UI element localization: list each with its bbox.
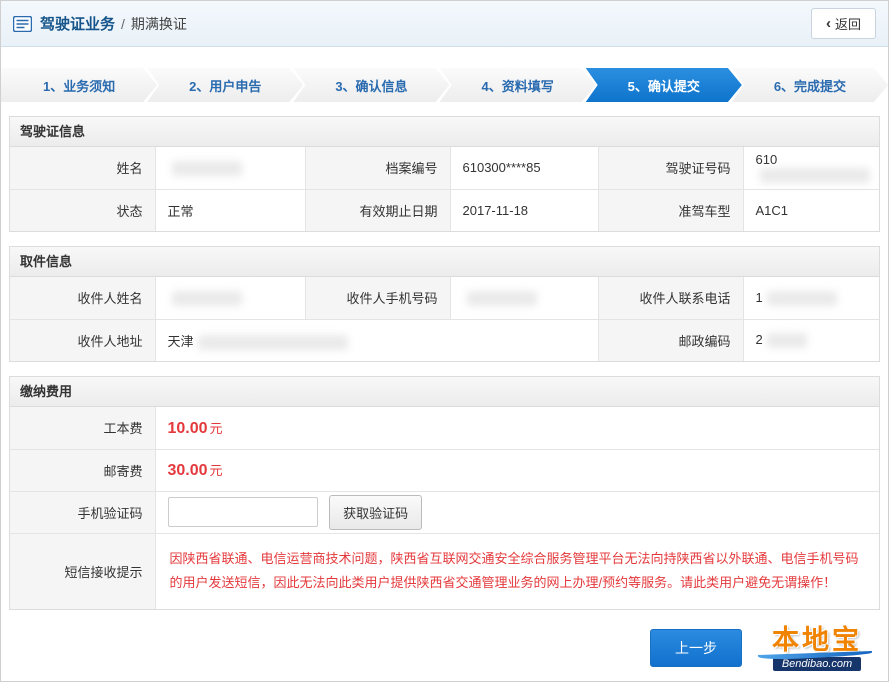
license-no-label: 驾驶证号码: [598, 147, 743, 189]
redacted-value: [767, 333, 807, 348]
status-label: 状态: [10, 189, 155, 231]
pickup-info-table: 收件人姓名 收件人手机号码 收件人联系电话 1 收件人地址 天津 邮政编码 2: [10, 277, 879, 361]
top-header: 驾驶证业务 / 期满换证 ‹ 返回: [1, 1, 888, 47]
recipient-address-label: 收件人地址: [10, 319, 155, 361]
production-fee-value: 10.00元: [155, 407, 879, 449]
recipient-name-value: [155, 277, 305, 319]
page-title: 驾驶证业务: [40, 13, 115, 34]
document-icon: [13, 16, 32, 32]
name-label: 姓名: [10, 147, 155, 189]
table-row: 姓名 档案编号 610300****85 驾驶证号码 610: [10, 147, 879, 189]
mailing-fee-label: 邮寄费: [10, 449, 155, 491]
redacted-value: [760, 168, 870, 183]
step-6-complete-submit[interactable]: 6、完成提交: [732, 68, 888, 102]
license-no-value: 610: [743, 147, 879, 189]
table-row: 收件人地址 天津 邮政编码 2: [10, 319, 879, 361]
page: 驾驶证业务 / 期满换证 ‹ 返回 1、业务须知 2、用户申告 3、确认信息 4…: [0, 0, 889, 682]
step-wizard: 1、业务须知 2、用户申告 3、确认信息 4、资料填写 5、确认提交 6、完成提…: [1, 68, 888, 102]
back-button-label: 返回: [835, 14, 861, 33]
postal-code-label: 邮政编码: [598, 319, 743, 361]
recipient-mobile-label: 收件人手机号码: [305, 277, 450, 319]
redacted-value: [172, 161, 242, 176]
title-separator: /: [121, 16, 125, 32]
chevron-left-icon: ‹: [826, 16, 831, 31]
get-code-button[interactable]: 获取验证码: [329, 495, 422, 530]
step-3-confirm-info[interactable]: 3、确认信息: [293, 68, 449, 102]
recipient-mobile-value: [450, 277, 598, 319]
mailing-fee-value: 30.00元: [155, 449, 879, 491]
step-5-confirm-submit[interactable]: 5、确认提交: [586, 68, 742, 102]
license-info-title: 驾驶证信息: [10, 117, 879, 147]
valid-until-value: 2017-11-18: [450, 189, 598, 231]
recipient-phone-value: 1: [743, 277, 879, 319]
table-row: 短信接收提示 因陕西省联通、电信运营商技术问题，陕西省互联网交通安全综合服务管理…: [10, 533, 879, 609]
step-2-user-declaration[interactable]: 2、用户申告: [147, 68, 303, 102]
sms-code-cell: 获取验证码: [155, 491, 879, 533]
table-row: 邮寄费 30.00元: [10, 449, 879, 491]
recipient-address-value: 天津: [155, 319, 598, 361]
previous-step-button[interactable]: 上一步: [650, 629, 742, 667]
sms-notice-label: 短信接收提示: [10, 533, 155, 609]
table-row: 工本费 10.00元: [10, 407, 879, 449]
step-4-fill-data[interactable]: 4、资料填写: [440, 68, 596, 102]
redacted-value: [198, 335, 348, 350]
table-row: 收件人姓名 收件人手机号码 收件人联系电话 1: [10, 277, 879, 319]
table-row: 手机验证码 获取验证码: [10, 491, 879, 533]
redacted-value: [172, 291, 242, 306]
vehicle-class-value: A1C1: [743, 189, 879, 231]
redacted-value: [467, 291, 537, 306]
table-row: 状态 正常 有效期止日期 2017-11-18 准驾车型 A1C1: [10, 189, 879, 231]
license-info-table: 姓名 档案编号 610300****85 驾驶证号码 610 状态 正常 有效期…: [10, 147, 879, 231]
production-fee-label: 工本费: [10, 407, 155, 449]
file-no-value: 610300****85: [450, 147, 598, 189]
valid-until-label: 有效期止日期: [305, 189, 450, 231]
step-1-business-notice[interactable]: 1、业务须知: [1, 68, 157, 102]
fees-title: 缴纳费用: [10, 377, 879, 407]
pickup-info-section: 取件信息 收件人姓名 收件人手机号码 收件人联系电话 1 收件人地址 天津 邮政…: [9, 246, 880, 362]
status-value: 正常: [155, 189, 305, 231]
postal-code-value: 2: [743, 319, 879, 361]
sms-notice-text: 因陕西省联通、电信运营商技术问题，陕西省互联网交通安全综合服务管理平台无法向持陕…: [170, 547, 866, 596]
vehicle-class-label: 准驾车型: [598, 189, 743, 231]
fees-table: 工本费 10.00元 邮寄费 30.00元 手机验证码 获取验证码 短信接收提: [10, 407, 879, 609]
back-button[interactable]: ‹ 返回: [811, 8, 876, 39]
file-no-label: 档案编号: [305, 147, 450, 189]
footer: 上一步 本地宝 Bendibao.com: [1, 610, 888, 679]
license-info-section: 驾驶证信息 姓名 档案编号 610300****85 驾驶证号码 610 状态 …: [9, 116, 880, 232]
sms-notice-cell: 因陕西省联通、电信运营商技术问题，陕西省互联网交通安全综合服务管理平台无法向持陕…: [155, 533, 879, 609]
sms-code-label: 手机验证码: [10, 491, 155, 533]
fees-section: 缴纳费用 工本费 10.00元 邮寄费 30.00元 手机验证码 获取验证码: [9, 376, 880, 610]
sms-code-input[interactable]: [168, 497, 318, 527]
redacted-value: [767, 291, 837, 306]
recipient-phone-label: 收件人联系电话: [598, 277, 743, 319]
pickup-info-title: 取件信息: [10, 247, 879, 277]
recipient-name-label: 收件人姓名: [10, 277, 155, 319]
name-value: [155, 147, 305, 189]
page-subtitle: 期满换证: [131, 14, 187, 34]
bendibao-logo: 本地宝 Bendibao.com: [756, 626, 878, 671]
